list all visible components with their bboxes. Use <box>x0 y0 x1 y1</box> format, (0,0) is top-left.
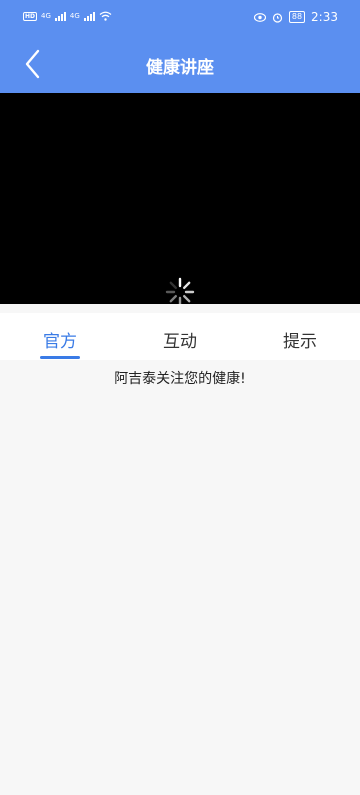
status-bar: HD 4G 4G 88 2:33 <box>0 0 360 36</box>
hd-badge: HD <box>23 11 38 21</box>
clock: 2:33 <box>311 10 338 24</box>
notice-text: 阿吉泰关注您的健康! <box>114 371 246 387</box>
page-title: 健康讲座 <box>146 58 214 78</box>
wifi-icon <box>99 11 112 21</box>
signal-label: 4G <box>41 12 51 20</box>
loading-spinner-icon <box>165 277 195 307</box>
tab-official[interactable]: 官方 <box>43 327 77 352</box>
tab-bar: 官方 互动 提示 <box>0 313 360 360</box>
signal-icon-2 <box>83 11 95 21</box>
video-player[interactable] <box>0 93 360 307</box>
tab-tips[interactable]: 提示 <box>283 327 317 352</box>
battery-indicator: 88 <box>288 11 306 23</box>
tab-interactive[interactable]: 互动 <box>163 327 197 352</box>
signal-icon <box>54 11 66 21</box>
alarm-icon <box>272 12 282 23</box>
signal-label-2: 4G <box>69 12 80 20</box>
status-right: 88 2:33 <box>253 10 338 24</box>
active-tab-indicator <box>40 356 80 359</box>
status-left: HD 4G 4G <box>23 11 112 21</box>
app-header: HD 4G 4G 88 2:33 健康讲座 <box>0 0 360 93</box>
eye-icon <box>253 12 266 22</box>
